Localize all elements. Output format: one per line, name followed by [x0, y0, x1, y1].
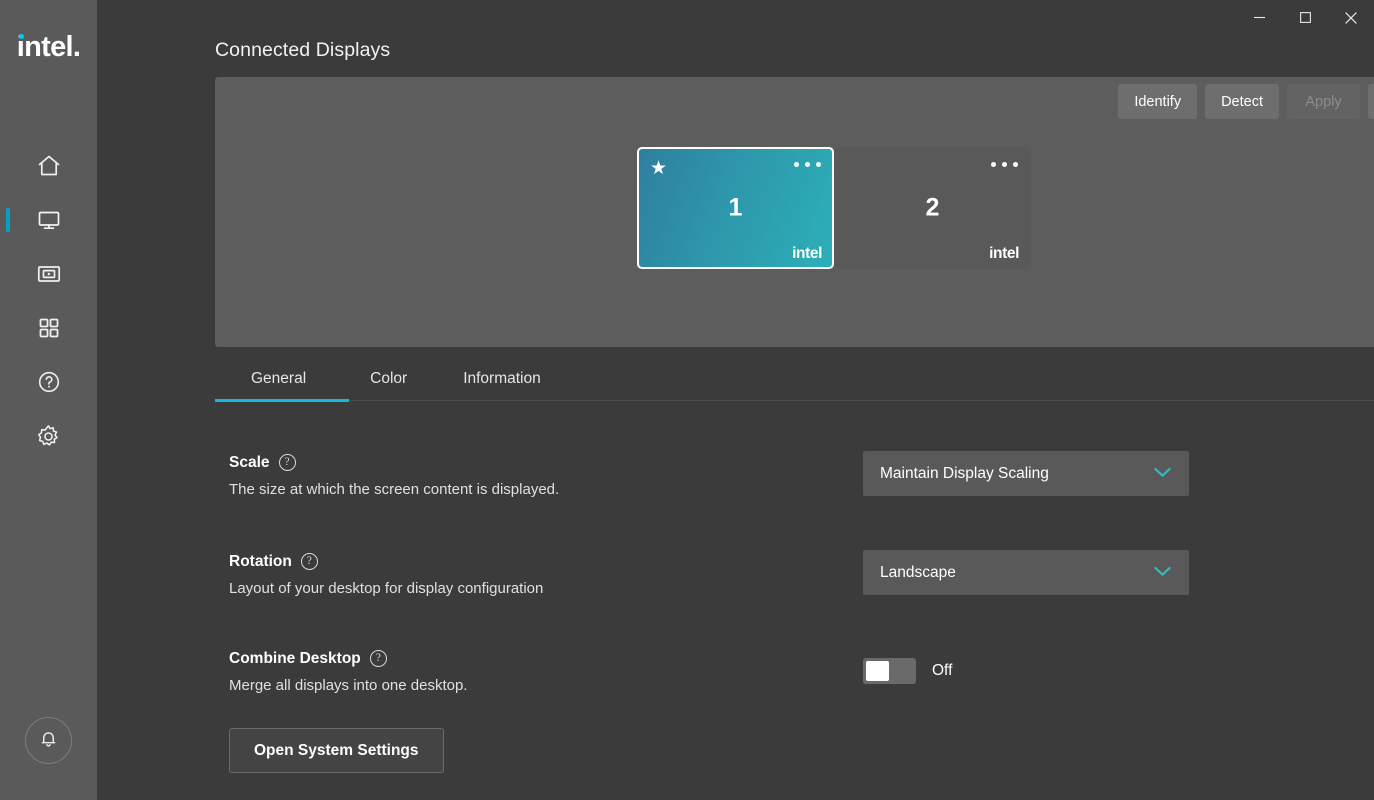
close-icon [1344, 11, 1358, 30]
display-tile-number: 1 [728, 193, 743, 222]
rotation-dropdown-value: Landscape [880, 563, 956, 581]
combine-desktop-title-group: Combine Desktop ? [229, 650, 729, 667]
rotation-title-group: Rotation ? [229, 553, 729, 570]
help-button[interactable]: Help [1368, 84, 1374, 119]
notifications-button[interactable] [25, 717, 72, 764]
scale-labels: Scale ? The size at which the screen con… [229, 454, 729, 499]
display-tile-2[interactable]: 2 intel [834, 147, 1031, 269]
detect-button[interactable]: Detect [1205, 84, 1279, 119]
sidebar-item-display[interactable] [0, 193, 97, 247]
sidebar-item-support[interactable] [0, 355, 97, 409]
video-icon [36, 261, 62, 287]
identify-button[interactable]: Identify [1118, 84, 1198, 119]
combine-desktop-title: Combine Desktop [229, 649, 361, 667]
rotation-title: Rotation [229, 552, 292, 570]
combine-desktop-toggle-group: Off [863, 658, 952, 684]
display-arrangement-canvas[interactable]: Identify Detect Apply Help ★ 1 intel 2 i… [215, 77, 1374, 347]
main-content: Connected Displays Identify Detect Apply… [97, 0, 1374, 800]
maximize-button[interactable] [1282, 0, 1328, 40]
sidebar-item-games[interactable] [0, 301, 97, 355]
page-title: Connected Displays [215, 39, 391, 61]
home-icon [36, 153, 62, 179]
intel-logo-text: intel [16, 30, 74, 63]
window-controls [1236, 0, 1374, 40]
question-circle-icon [36, 369, 62, 395]
display-tile-number: 2 [925, 193, 940, 222]
sidebar-item-home[interactable] [0, 139, 97, 193]
tab-bar: General Color Information [215, 356, 1374, 401]
primary-display-star-icon: ★ [650, 158, 668, 179]
display-tile-intel-logo: intel [989, 244, 1019, 262]
rotation-labels: Rotation ? Layout of your desktop for di… [229, 553, 729, 598]
tab-general[interactable]: General [215, 356, 342, 401]
minimize-icon [1253, 11, 1266, 29]
rotation-dropdown[interactable]: Landscape [863, 550, 1189, 595]
close-button[interactable] [1328, 0, 1374, 40]
toggle-knob [866, 661, 889, 681]
scale-dropdown-value: Maintain Display Scaling [880, 464, 1049, 482]
bell-icon [38, 728, 59, 754]
tab-active-underline [215, 399, 349, 402]
sidebar-nav [0, 139, 97, 463]
combine-desktop-labels: Combine Desktop ? Merge all displays int… [229, 650, 729, 695]
sidebar-item-system[interactable] [0, 409, 97, 463]
display-tile-intel-logo: intel [792, 244, 822, 262]
intel-graphics-command-center-window: intel. Connected Displays Identify Detec… [0, 0, 1374, 800]
more-options-icon[interactable] [991, 162, 1018, 167]
active-marker [6, 262, 10, 286]
combine-desktop-description: Merge all displays into one desktop. [229, 677, 468, 694]
intel-logo-dot [18, 33, 24, 39]
active-marker [6, 208, 10, 232]
active-marker [6, 370, 10, 394]
active-marker [6, 424, 10, 448]
more-options-icon[interactable] [794, 162, 821, 167]
tab-color[interactable]: Color [342, 356, 435, 401]
gear-icon [35, 423, 62, 450]
display-tile-1[interactable]: ★ 1 intel [637, 147, 834, 269]
canvas-action-buttons: Identify Detect Apply Help [1118, 84, 1374, 119]
open-system-settings-button[interactable]: Open System Settings [229, 728, 444, 773]
scale-title: Scale [229, 453, 270, 471]
scale-title-group: Scale ? [229, 454, 729, 471]
scale-dropdown[interactable]: Maintain Display Scaling [863, 451, 1189, 496]
intel-logo: intel. [16, 27, 81, 67]
minimize-button[interactable] [1236, 0, 1282, 40]
help-icon[interactable]: ? [300, 553, 318, 570]
combine-desktop-state-label: Off [932, 662, 953, 679]
notifications [0, 717, 97, 764]
help-icon[interactable]: ? [369, 650, 387, 667]
setting-row-combine-desktop: Combine Desktop ? Merge all displays int… [229, 650, 1329, 695]
maximize-icon [1299, 11, 1312, 29]
display-tiles: ★ 1 intel 2 intel [637, 147, 1031, 269]
help-icon[interactable]: ? [278, 454, 296, 471]
setting-row-rotation: Rotation ? Layout of your desktop for di… [229, 550, 1329, 598]
tab-divider [349, 400, 1374, 401]
combine-desktop-toggle[interactable] [863, 658, 916, 684]
chevron-down-icon [1153, 564, 1172, 582]
apply-button: Apply [1287, 84, 1360, 119]
rotation-description: Layout of your desktop for display confi… [229, 580, 544, 597]
chevron-down-icon [1153, 465, 1172, 483]
tab-information[interactable]: Information [435, 356, 569, 401]
setting-row-scale: Scale ? The size at which the screen con… [229, 451, 1329, 499]
scale-description: The size at which the screen content is … [229, 481, 560, 498]
intel-logo-period: . [72, 30, 81, 63]
sidebar-item-video[interactable] [0, 247, 97, 301]
sidebar: intel. [0, 0, 97, 800]
grid-icon [36, 315, 62, 341]
active-marker [6, 154, 10, 178]
active-marker [6, 316, 10, 340]
monitor-icon [36, 207, 62, 233]
